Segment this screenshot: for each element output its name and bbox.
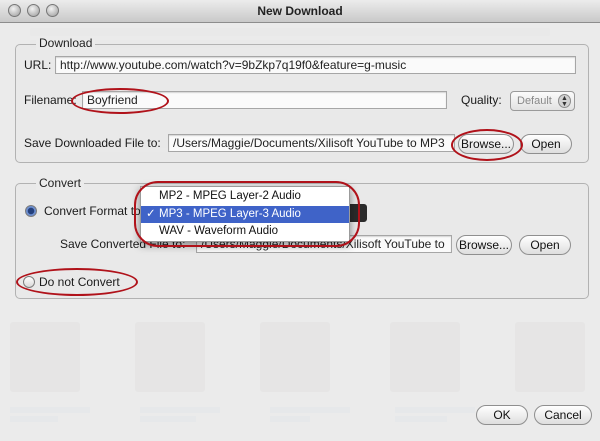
convert-browse-button[interactable]: Browse... xyxy=(456,235,512,255)
format-option-wav[interactable]: WAV - Waveform Audio xyxy=(141,223,349,240)
updown-arrows-icon: ▲ ▼ xyxy=(558,94,571,108)
new-download-dialog: New Download Download URL: http://www.yo… xyxy=(0,0,600,441)
format-dropdown-menu: MP2 - MPEG Layer-2 Audio ✓ MP3 - MPEG Lay… xyxy=(140,186,350,242)
do-not-convert-label: Do not Convert xyxy=(39,275,120,289)
download-open-button[interactable]: Open xyxy=(520,134,572,154)
title-bar: New Download xyxy=(0,0,600,23)
download-group-title: Download xyxy=(36,36,96,50)
checkmark-icon: ✓ xyxy=(146,208,156,220)
format-option-mp3[interactable]: ✓ MP3 - MPEG Layer-3 Audio xyxy=(141,206,349,223)
cancel-button[interactable]: Cancel xyxy=(534,405,592,425)
format-option-mp2[interactable]: MP2 - MPEG Layer-2 Audio xyxy=(141,188,349,205)
format-option-label: WAV - Waveform Audio xyxy=(159,225,279,237)
format-option-label: MP2 - MPEG Layer-2 Audio xyxy=(159,190,301,202)
convert-format-radio[interactable] xyxy=(25,205,37,217)
do-not-convert-radio[interactable] xyxy=(23,276,35,288)
download-browse-button[interactable]: Browse... xyxy=(458,134,514,154)
quality-label: Quality: xyxy=(461,93,502,107)
convert-format-label: Convert Format to xyxy=(44,204,141,218)
save-downloaded-path-field[interactable]: /Users/Maggie/Documents/Xilisoft YouTube… xyxy=(168,134,455,152)
save-downloaded-label: Save Downloaded File to: xyxy=(24,136,161,150)
url-field[interactable]: http://www.youtube.com/watch?v=9bZkp7q19… xyxy=(55,56,576,74)
filename-field[interactable]: Boyfriend xyxy=(82,91,447,109)
quality-select[interactable]: Default ▲ ▼ xyxy=(510,91,575,111)
convert-group-title: Convert xyxy=(36,176,85,190)
convert-open-button[interactable]: Open xyxy=(519,235,571,255)
ok-button[interactable]: OK xyxy=(476,405,528,425)
filename-label: Filename: xyxy=(24,93,77,107)
window-title: New Download xyxy=(257,4,343,18)
quality-select-value: Default xyxy=(517,95,552,107)
url-label: URL: xyxy=(24,58,52,72)
format-option-label: MP3 - MPEG Layer-3 Audio xyxy=(159,208,301,220)
format-select-arrow-icon[interactable] xyxy=(347,204,367,222)
